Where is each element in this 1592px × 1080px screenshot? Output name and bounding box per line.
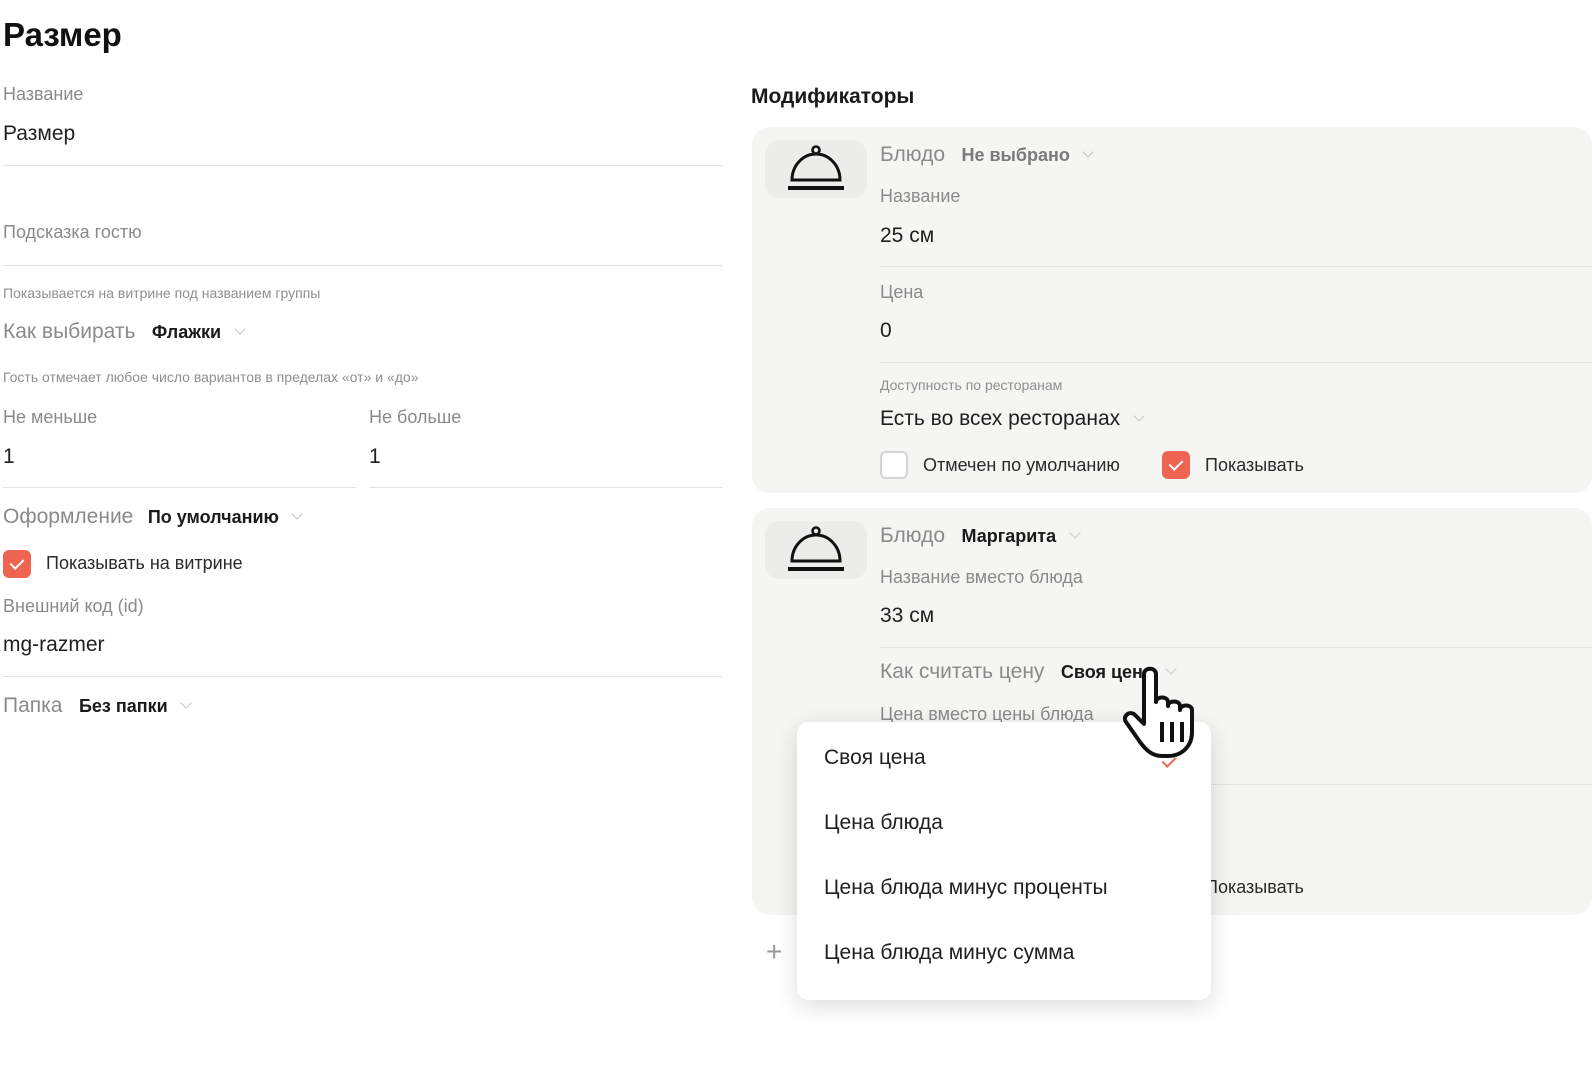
chevron-down-icon [1132,410,1145,422]
show-checkbox[interactable] [1162,451,1190,479]
style-value: По умолчанию [147,507,279,527]
dish-select[interactable]: Блюдо Маргарита [880,524,1081,548]
choose-label: Как выбирать [3,320,136,343]
default-checkbox[interactable] [880,451,908,479]
plus-icon[interactable]: + [766,936,782,968]
dish-value: Маргарита [961,526,1057,546]
mod-name-label: Название вместо блюда [880,567,1083,587]
extcode-input[interactable]: mg-razmer [3,633,105,657]
max-input[interactable]: 1 [369,445,381,469]
choose-note: Гость отмечает любое число вариантов в п… [3,369,419,385]
dropdown-option[interactable]: Цена блюда минус проценты [824,876,1108,900]
chevron-down-icon [180,697,192,709]
name-underline [3,165,723,166]
mod-price-input[interactable]: 0 [880,319,892,343]
style-label: Оформление [3,505,134,528]
choose-value: Флажки [151,322,222,342]
min-underline [3,487,356,488]
dish-value: Не выбрано [961,145,1070,165]
pricing-dropdown-menu: Своя цена Цена блюда Цена блюда минус пр… [797,722,1211,1000]
min-input[interactable]: 1 [3,445,15,469]
cloche-icon [788,526,844,571]
mod-name-input[interactable]: 33 см [880,604,934,628]
chevron-down-icon [1068,527,1081,539]
mod-price-underline [880,362,1592,363]
extcode-label: Внешний код (id) [3,596,144,616]
dropdown-option[interactable]: Цена блюда минус сумма [824,941,1074,965]
folder-label: Папка [3,694,63,717]
dropdown-option[interactable]: Своя цена [824,746,926,770]
mod-name-label: Название [880,186,961,206]
choose-select[interactable]: Как выбирать Флажки [3,320,246,344]
dropdown-option[interactable]: Цена блюда [824,811,943,835]
dish-image[interactable] [765,521,867,579]
dish-label: Блюдо [880,143,946,166]
extcode-underline [3,676,723,677]
default-label: Отмечен по умолчанию [923,455,1120,475]
hint-input[interactable]: Подсказка гостю [3,222,142,243]
style-select[interactable]: Оформление По умолчанию [3,505,304,529]
page-title: Размер [3,16,122,53]
mod-price-label: Цена [880,282,924,302]
modifier-card [752,127,1592,493]
cloche-icon [788,145,844,190]
dish-select[interactable]: Блюдо Не выбрано [880,143,1095,167]
dish-image[interactable] [765,140,867,198]
dish-label: Блюдо [880,524,946,547]
pricing-label: Как считать цену [880,660,1045,683]
hand-pointer-cursor [1123,666,1194,758]
show-label: Показывать [1205,455,1304,475]
availability-select[interactable]: Есть во всех ресторанах [880,407,1145,431]
hint-note: Показывается на витрине под названием гр… [3,285,321,301]
modifiers-title: Модификаторы [751,85,915,108]
show-on-storefront-label: Показывать на витрине [46,553,243,573]
min-label: Не меньше [3,407,98,427]
hint-underline [3,265,723,266]
chevron-down-icon [1082,146,1095,158]
check-icon [9,555,25,570]
folder-value: Без папки [78,696,168,716]
mod-name-underline [880,266,1592,267]
max-underline [369,487,723,488]
name-label: Название [3,84,84,104]
show-label: Показывать [1205,877,1304,897]
availability-value: Есть во всех ресторанах [880,407,1121,430]
chevron-down-icon [291,508,304,520]
name-input[interactable]: Размер [3,122,75,146]
folder-select[interactable]: Папка Без папки [3,694,192,718]
max-label: Не больше [369,407,462,427]
mod-name-underline [880,647,1592,648]
mod-name-input[interactable]: 25 см [880,224,934,248]
check-icon [1168,456,1184,471]
availability-label: Доступность по ресторанам [880,377,1063,393]
chevron-down-icon [233,323,246,335]
show-on-storefront-checkbox[interactable] [3,550,31,578]
